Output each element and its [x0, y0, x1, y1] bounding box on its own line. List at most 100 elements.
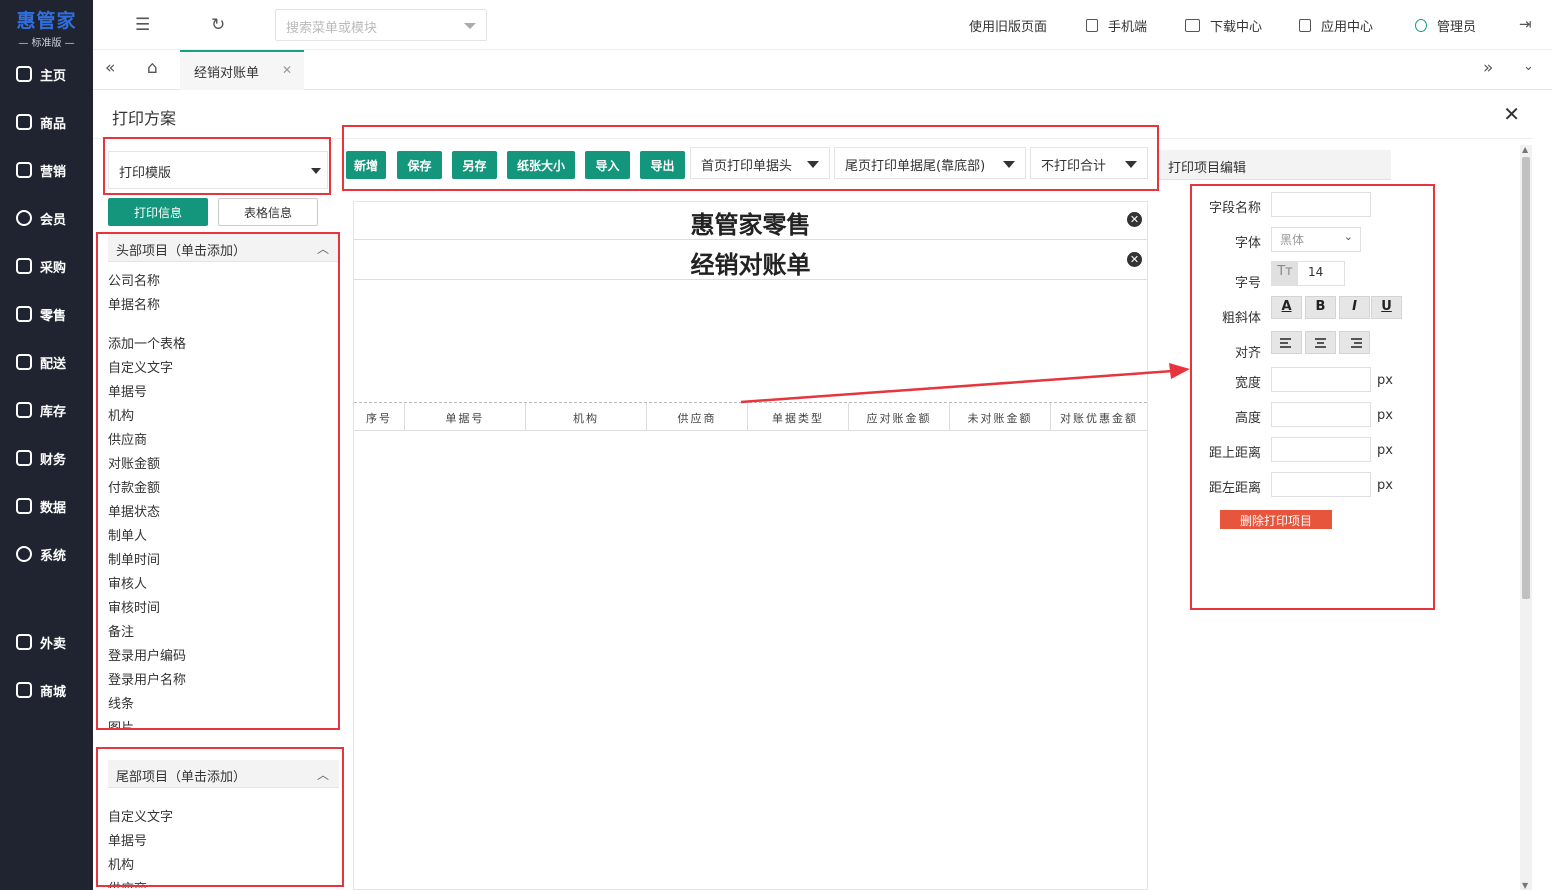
footer-items-section[interactable]: 尾部项目（单击添加） ︿ [108, 760, 339, 788]
column-header: 机构 [526, 403, 647, 430]
header-item-review-time[interactable]: 审核时间 [108, 597, 160, 616]
header-item-custom-text[interactable]: 自定义文字 [108, 357, 173, 376]
save-as-button[interactable]: 另存 [452, 151, 497, 179]
total-print-select[interactable]: 不打印合计 [1030, 147, 1148, 179]
chevron-down-icon [807, 161, 819, 168]
canvas-company-title[interactable]: 惠管家零售 ✕ [354, 202, 1147, 240]
delete-print-item-button[interactable]: 删除打印项目 [1220, 510, 1332, 529]
remove-icon[interactable]: ✕ [1127, 212, 1142, 227]
table-info-button[interactable]: 表格信息 [218, 198, 318, 226]
header-item-creator[interactable]: 制单人 [108, 525, 147, 544]
sidebar-item-inventory[interactable]: 库存 [0, 395, 93, 425]
paper-size-button[interactable]: 纸张大小 [507, 151, 575, 179]
footer-item-org[interactable]: 机构 [108, 854, 134, 873]
header-item-image[interactable]: 图片 [108, 717, 134, 729]
footer-item-supplier[interactable]: 供应商 [108, 878, 147, 888]
header-item-pay-amount[interactable]: 付款金额 [108, 477, 160, 496]
sidebar-item-mall[interactable]: 商城 [0, 675, 93, 705]
align-left-button[interactable] [1271, 331, 1302, 354]
canvas-doc-title[interactable]: 经销对账单 ✕ [354, 242, 1147, 280]
scrollbar[interactable]: ▲ ▼ [1520, 145, 1532, 890]
font-select[interactable]: 黑体 ⌄ [1271, 227, 1361, 252]
close-icon[interactable]: ✕ [1503, 102, 1520, 126]
sidebar-item-retail[interactable]: 零售 [0, 299, 93, 329]
align-center-button[interactable] [1305, 331, 1336, 354]
close-icon[interactable]: ✕ [282, 63, 292, 77]
sidebar-item-system[interactable]: 系统 [0, 539, 93, 569]
scrollbar-thumb[interactable] [1522, 157, 1530, 599]
export-button[interactable]: 导出 [640, 151, 685, 179]
divider [93, 138, 1533, 139]
remove-icon[interactable]: ✕ [1127, 252, 1142, 267]
home-tab-icon[interactable]: ⌂ [147, 58, 158, 78]
tab-reconciliation[interactable]: 经销对账单 ✕ [180, 50, 304, 90]
last-page-footer-select[interactable]: 尾页打印单据尾(靠底部) [834, 147, 1026, 179]
header-item-recon-amount[interactable]: 对账金额 [108, 453, 160, 472]
import-button[interactable]: 导入 [585, 151, 630, 179]
mobile-link[interactable]: 手机端 [1086, 16, 1147, 35]
user-menu[interactable]: 管理员 [1415, 16, 1476, 35]
print-info-button[interactable]: 打印信息 [108, 198, 208, 226]
print-preview-canvas[interactable]: 惠管家零售 ✕ 经销对账单 ✕ 序号 单据号 机构 供应商 单据类型 应对账金额 未… [353, 201, 1148, 890]
text-size-icon: Tт [1272, 262, 1298, 285]
header-item-user-code[interactable]: 登录用户编码 [108, 645, 186, 664]
header-item-remark[interactable]: 备注 [108, 621, 134, 640]
header-item-add-table[interactable]: 添加一个表格 [108, 333, 186, 352]
header-item-line[interactable]: 线条 [108, 693, 134, 712]
chevron-down-icon[interactable]: ⌄ [1523, 59, 1534, 74]
download-center-link[interactable]: 下载中心 [1185, 16, 1262, 35]
menu-toggle-icon[interactable]: ☰ [135, 15, 150, 35]
font-color-button[interactable]: A [1271, 296, 1302, 319]
save-button[interactable]: 保存 [397, 151, 442, 179]
app-logo[interactable]: 惠管家 — 标准版 — [0, 0, 93, 49]
scroll-down-icon[interactable]: ▼ [1522, 881, 1528, 890]
sidebar-item-takeout[interactable]: 外卖 [0, 627, 93, 657]
sidebar-item-data[interactable]: 数据 [0, 491, 93, 521]
left-offset-input[interactable] [1271, 472, 1371, 497]
align-right-button[interactable] [1339, 331, 1370, 354]
sidebar-item-finance[interactable]: 财务 [0, 443, 93, 473]
refresh-icon[interactable]: ↻ [211, 15, 225, 35]
footer-item-custom-text[interactable]: 自定义文字 [108, 806, 173, 825]
width-input[interactable] [1271, 367, 1371, 392]
sidebar-item-member[interactable]: 会员 [0, 203, 93, 233]
style-label: 粗斜体 [1221, 311, 1261, 326]
first-page-header-select[interactable]: 首页打印单据头 [690, 147, 830, 179]
header-item-reviewer[interactable]: 审核人 [108, 573, 147, 592]
underline-button[interactable]: U [1371, 296, 1402, 319]
header-item-user-name[interactable]: 登录用户名称 [108, 669, 186, 688]
field-name-input[interactable] [1271, 192, 1371, 217]
font-label: 字体 [1234, 236, 1261, 251]
tabs-scroll-right-icon[interactable]: » [1483, 58, 1493, 78]
top-offset-input[interactable] [1271, 437, 1371, 462]
bold-button[interactable]: B [1305, 296, 1336, 319]
footer-item-doc-no[interactable]: 单据号 [108, 830, 147, 849]
scroll-up-icon[interactable]: ▲ [1522, 145, 1528, 154]
template-select[interactable]: 打印模版 [108, 151, 328, 189]
header-item-company[interactable]: 公司名称 [108, 270, 160, 289]
sidebar-item-distribution[interactable]: 配送 [0, 347, 93, 377]
header-item-org[interactable]: 机构 [108, 405, 134, 424]
font-size-input[interactable]: Tт 14 [1271, 261, 1345, 286]
search-input[interactable]: 搜索菜单或模块 [275, 9, 487, 41]
mobile-icon [1086, 19, 1098, 32]
header-item-create-time[interactable]: 制单时间 [108, 549, 160, 568]
header-item-doc-no[interactable]: 单据号 [108, 381, 147, 400]
tab-print-item-edit[interactable]: 打印项目编辑 [1159, 150, 1391, 180]
sidebar-item-home[interactable]: 主页 [0, 59, 93, 89]
height-input[interactable] [1271, 402, 1371, 427]
header-item-doc-name[interactable]: 单据名称 [108, 294, 160, 313]
old-page-link[interactable]: 使用旧版页面 [969, 16, 1047, 35]
header-items-section[interactable]: 头部项目（单击添加） ︿ [108, 234, 339, 262]
sidebar-item-purchase[interactable]: 采购 [0, 251, 93, 281]
header-item-status[interactable]: 单据状态 [108, 501, 160, 520]
new-button[interactable]: 新增 [346, 151, 386, 179]
header-item-supplier[interactable]: 供应商 [108, 429, 147, 448]
sidebar-item-goods[interactable]: 商品 [0, 107, 93, 137]
sidebar-item-marketing[interactable]: 营销 [0, 155, 93, 185]
logout-icon[interactable]: ⇥ [1519, 15, 1532, 33]
app-center-link[interactable]: 应用中心 [1299, 16, 1373, 35]
tabs-scroll-left-icon[interactable]: « [105, 58, 115, 78]
italic-button[interactable]: I [1339, 296, 1370, 319]
data-icon [16, 498, 32, 514]
